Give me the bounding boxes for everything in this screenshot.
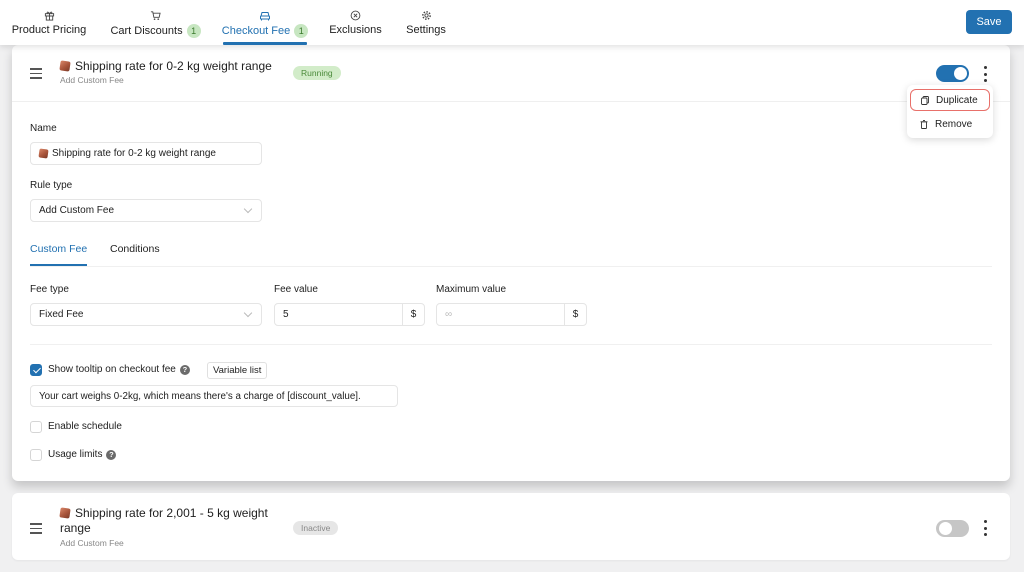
fee-value-input[interactable]: 5 $ xyxy=(274,303,425,326)
help-icon[interactable]: ? xyxy=(179,364,190,375)
tab-checkout-fee[interactable]: Checkout Fee 1 xyxy=(221,0,309,45)
tab-exclusions[interactable]: Exclusions xyxy=(329,0,382,45)
circle-x-icon xyxy=(350,9,361,21)
rule-card: Shipping rate for 0-2 kg weight range Ad… xyxy=(12,45,1010,481)
enable-schedule-checkbox[interactable] xyxy=(30,421,42,433)
currency-suffix: $ xyxy=(564,304,586,325)
more-options-icon[interactable] xyxy=(980,520,990,536)
rule-enabled-toggle[interactable] xyxy=(936,520,969,537)
rule-title-text: Shipping rate for 2,001 - 5 kg weight ra… xyxy=(60,506,268,535)
rule-enabled-toggle[interactable] xyxy=(936,65,969,82)
rule-header[interactable]: Shipping rate for 2,001 - 5 kg weight ra… xyxy=(12,493,1010,560)
show-tooltip-checkbox[interactable] xyxy=(30,364,42,376)
tab-label: Exclusions xyxy=(329,24,382,36)
copy-icon xyxy=(921,95,929,105)
rule-title-text: Shipping rate for 0-2 kg weight range xyxy=(75,59,272,73)
tab-label: Product Pricing xyxy=(11,24,87,36)
gift-icon xyxy=(44,9,55,21)
tab-label: Cart Discounts xyxy=(110,25,183,37)
count-badge: 1 xyxy=(294,24,309,38)
top-nav: Product Pricing Cart Discounts 1 Checkout… xyxy=(0,0,1024,45)
drag-handle-icon[interactable] xyxy=(30,68,42,82)
divider xyxy=(30,344,992,345)
remove-menu-item[interactable]: Remove xyxy=(910,113,990,135)
tab-cart-discounts[interactable]: Cart Discounts 1 xyxy=(110,0,201,45)
status-badge: Running xyxy=(293,66,341,80)
tab-label: Checkout Fee xyxy=(221,25,291,37)
package-icon xyxy=(38,148,49,159)
fee-type-value: Fixed Fee xyxy=(39,309,84,320)
name-input[interactable]: Shipping rate for 0-2 kg weight range xyxy=(30,142,262,165)
subtab-custom-fee[interactable]: Custom Fee xyxy=(30,243,88,266)
tooltip-text-value: Your cart weighs 0-2kg, which means ther… xyxy=(39,390,361,402)
more-options-icon[interactable] xyxy=(980,66,990,82)
tab-settings[interactable]: Settings xyxy=(406,0,446,45)
rule-header[interactable]: Shipping rate for 0-2 kg weight range Ad… xyxy=(12,45,1010,102)
max-value-input[interactable]: ∞ $ xyxy=(436,303,587,326)
remove-label: Remove xyxy=(935,118,973,130)
show-tooltip-label: Show tooltip on checkout fee ? xyxy=(48,364,190,375)
status-badge: Inactive xyxy=(293,521,339,535)
max-value-placeholder: ∞ xyxy=(445,309,453,320)
subtab-conditions[interactable]: Conditions xyxy=(110,243,160,255)
rule-type-label: Rule type xyxy=(30,180,73,191)
usage-limits-text: Usage limits xyxy=(48,449,103,460)
rule-subtitle: Add Custom Fee xyxy=(60,538,124,548)
count-badge: 1 xyxy=(186,24,201,38)
chevron-down-icon xyxy=(243,204,253,214)
rule-card: Shipping rate for 2,001 - 5 kg weight ra… xyxy=(12,493,1010,560)
rule-title: Shipping rate for 2,001 - 5 kg weight ra… xyxy=(59,506,290,536)
fee-type-select[interactable]: Fixed Fee xyxy=(30,303,262,326)
rule-actions-menu: Duplicate Remove xyxy=(907,85,993,138)
drag-handle-icon[interactable] xyxy=(30,523,42,537)
rule-type-select[interactable]: Add Custom Fee xyxy=(30,199,262,222)
tooltip-text-input[interactable]: Your cart weighs 0-2kg, which means ther… xyxy=(30,385,398,407)
name-label: Name xyxy=(30,123,57,134)
rule-subtitle: Add Custom Fee xyxy=(60,75,124,85)
fee-value-label: Fee value xyxy=(274,284,318,295)
show-tooltip-text: Show tooltip on checkout fee xyxy=(48,364,176,375)
divider xyxy=(30,266,992,267)
currency-suffix: $ xyxy=(402,304,424,325)
package-icon xyxy=(59,60,71,72)
cart-icon xyxy=(150,9,161,21)
name-input-value: Shipping rate for 0-2 kg weight range xyxy=(52,148,216,159)
help-icon[interactable]: ? xyxy=(106,449,117,460)
usage-limits-checkbox[interactable] xyxy=(30,449,42,461)
variable-list-button[interactable]: Variable list xyxy=(207,362,268,379)
save-button[interactable]: Save xyxy=(966,10,1012,34)
package-icon xyxy=(59,507,71,519)
fee-value: 5 xyxy=(283,309,289,320)
tab-product-pricing[interactable]: Product Pricing xyxy=(12,0,86,45)
enable-schedule-label: Enable schedule xyxy=(48,421,122,432)
duplicate-label: Duplicate xyxy=(936,94,978,106)
enable-schedule-text: Enable schedule xyxy=(48,421,122,432)
duplicate-menu-item[interactable]: Duplicate xyxy=(910,89,990,111)
tab-label: Settings xyxy=(406,24,446,36)
rule-type-value: Add Custom Fee xyxy=(39,205,115,216)
max-value-label: Maximum value xyxy=(436,284,507,295)
gear-icon xyxy=(421,9,432,21)
rule-title: Shipping rate for 0-2 kg weight range xyxy=(59,59,272,74)
fee-type-label: Fee type xyxy=(30,284,69,295)
chevron-down-icon xyxy=(243,308,253,318)
trash-icon xyxy=(920,119,928,129)
car-icon xyxy=(259,9,271,21)
usage-limits-label: Usage limits ? xyxy=(48,449,117,460)
